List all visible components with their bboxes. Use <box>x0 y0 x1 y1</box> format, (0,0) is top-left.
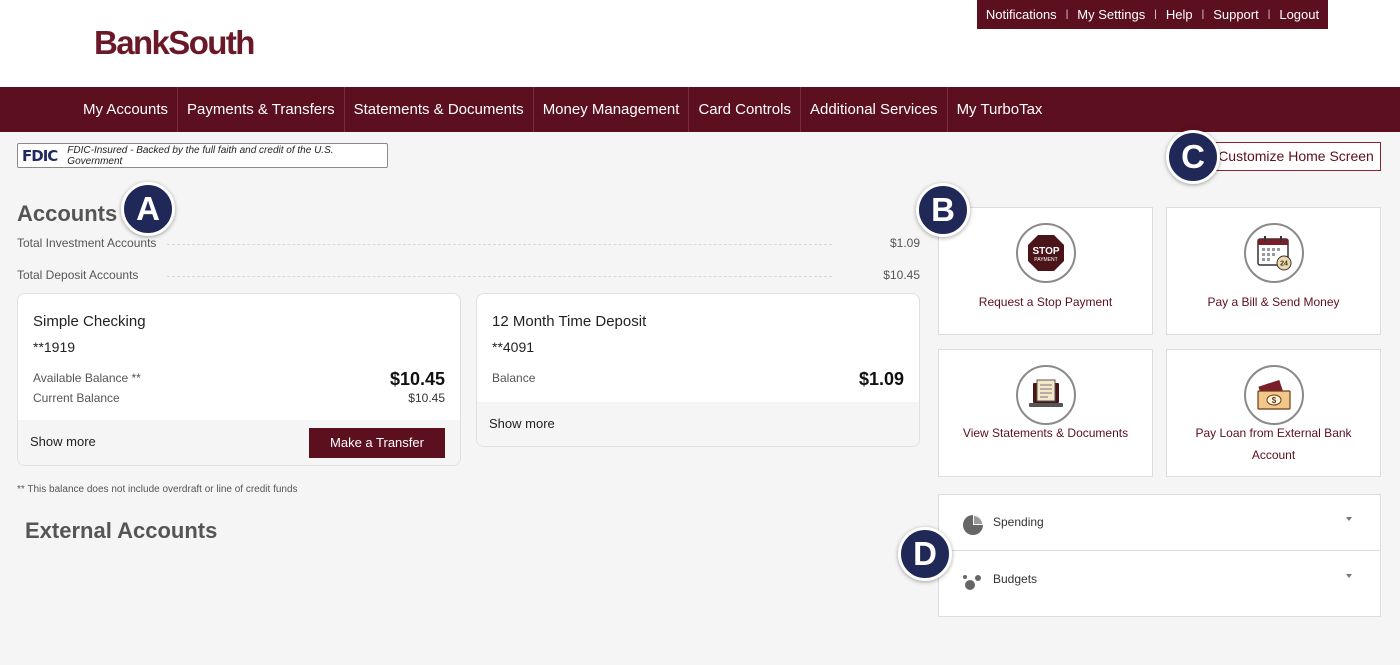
account-number: **1919 <box>33 339 76 355</box>
nav-additional-services[interactable]: Additional Services <box>801 87 948 132</box>
tile-pay-loan[interactable]: $ Pay Loan from External Bank Account <box>1166 349 1381 477</box>
help-link[interactable]: Help <box>1166 7 1193 22</box>
available-balance-label: Available Balance ** <box>33 371 141 385</box>
nav-money-management[interactable]: Money Management <box>534 87 690 132</box>
summary-row-deposit: Total Deposit Accounts $10.45 <box>17 268 920 286</box>
accordion-label: Spending <box>993 515 1044 529</box>
tile-label: View Statements & Documents <box>962 426 1129 440</box>
account-card-time-deposit[interactable]: 12 Month Time Deposit **4091 Balance $1.… <box>476 293 920 447</box>
tile-label: Request a Stop Payment <box>978 295 1113 309</box>
fdic-badge: FDIC FDIC-Insured - Backed by the full f… <box>17 143 388 168</box>
balance-footnote: ** This balance does not include overdra… <box>17 484 298 495</box>
customize-home-screen-button[interactable]: Customize Home Screen <box>1211 142 1381 171</box>
separator: | <box>1065 9 1069 20</box>
account-name[interactable]: 12 Month Time Deposit <box>492 313 646 330</box>
make-transfer-button[interactable]: Make a Transfer <box>309 428 445 458</box>
tile-label: Pay a Bill & Send Money <box>1207 295 1340 309</box>
svg-text:STOP: STOP <box>1032 246 1059 257</box>
tile-stop-payment[interactable]: STOP PAYMENT Request a Stop Payment <box>938 207 1153 335</box>
card-footer: Show more <box>477 402 919 446</box>
fdic-text: FDIC-Insured - Backed by the full faith … <box>67 144 334 167</box>
accordion-label: Budgets <box>993 572 1038 586</box>
accounts-title: Accounts <box>17 201 118 226</box>
card-footer: Show more Make a Transfer <box>18 420 460 465</box>
callout-marker-d: D <box>898 527 952 581</box>
cash-envelope-icon: $ <box>1244 365 1304 425</box>
external-accounts-title: External Accounts <box>25 518 218 543</box>
caret-down-icon <box>1346 517 1352 521</box>
account-name[interactable]: Simple Checking <box>33 313 146 330</box>
nav-my-accounts[interactable]: My Accounts <box>74 87 179 132</box>
nav-my-turbotax[interactable]: My TurboTax <box>948 87 1052 132</box>
show-more-link[interactable]: Show more <box>489 416 555 431</box>
svg-text:24: 24 <box>1280 261 1288 268</box>
tile-pay-bill[interactable]: 24 Pay a Bill & Send Money <box>1166 207 1381 335</box>
nav-card-controls[interactable]: Card Controls <box>689 87 801 132</box>
callout-marker-c: C <box>1166 130 1220 184</box>
main-nav: My Accounts Payments & Transfers Stateme… <box>0 87 1400 132</box>
my-settings-link[interactable]: My Settings <box>1077 7 1145 22</box>
separator: | <box>1154 9 1157 20</box>
nav-payments-transfers[interactable]: Payments & Transfers <box>178 87 345 132</box>
balance-value: $1.09 <box>858 369 904 389</box>
account-card-simple-checking[interactable]: Simple Checking **1919 Available Balance… <box>17 293 461 466</box>
current-balance-label: Current Balance <box>33 391 120 405</box>
fdic-logo: FDIC <box>22 146 58 165</box>
laptop-statement-icon <box>1016 365 1076 425</box>
summary-row-investment: Total Investment Accounts $1.09 <box>17 236 920 254</box>
caret-down-icon <box>1346 574 1352 578</box>
utility-nav: Notifications | My Settings | Help | Sup… <box>977 0 1328 29</box>
summary-value: $1.09 <box>889 236 920 250</box>
current-balance-value: $10.45 <box>408 391 445 405</box>
callout-marker-b: B <box>916 183 970 237</box>
notifications-link[interactable]: Notifications <box>986 7 1057 22</box>
header: BankSouth Notifications | My Settings | … <box>0 0 1400 87</box>
accordion-spending[interactable]: Spending <box>939 495 1380 551</box>
stop-payment-icon: STOP PAYMENT <box>1016 223 1076 283</box>
main-nav-items: My Accounts Payments & Transfers Stateme… <box>74 87 1051 132</box>
summary-label: Total Deposit Accounts <box>17 268 147 282</box>
show-more-link[interactable]: Show more <box>30 434 96 449</box>
pie-chart-icon <box>963 515 983 535</box>
separator: | <box>1267 9 1271 20</box>
leader-dots <box>167 276 832 277</box>
svg-text:PAYMENT: PAYMENT <box>1034 257 1057 263</box>
summary-label: Total Investment Accounts <box>17 236 165 250</box>
banksouth-logo[interactable]: BankSouth <box>94 24 255 62</box>
support-link[interactable]: Support <box>1213 7 1259 22</box>
logout-link[interactable]: Logout <box>1279 7 1319 22</box>
balance-label: Balance <box>492 371 536 385</box>
summary-value: $10.45 <box>883 268 920 282</box>
bubbles-icon <box>963 575 981 590</box>
widgets-accordion: Spending Budgets <box>938 494 1381 617</box>
svg-text:$: $ <box>1272 396 1277 405</box>
callout-marker-a: A <box>121 182 175 236</box>
nav-statements-documents[interactable]: Statements & Documents <box>345 87 534 132</box>
leader-dots <box>167 244 832 245</box>
separator: | <box>1201 9 1205 20</box>
available-balance-value: $10.45 <box>389 369 445 389</box>
tile-label: Pay Loan from External Bank Account <box>1195 426 1352 462</box>
account-number: **4091 <box>492 339 535 355</box>
accordion-budgets[interactable]: Budgets <box>939 552 1380 608</box>
tile-view-statements[interactable]: View Statements & Documents <box>938 349 1153 477</box>
calendar-bill-icon: 24 <box>1244 223 1304 283</box>
